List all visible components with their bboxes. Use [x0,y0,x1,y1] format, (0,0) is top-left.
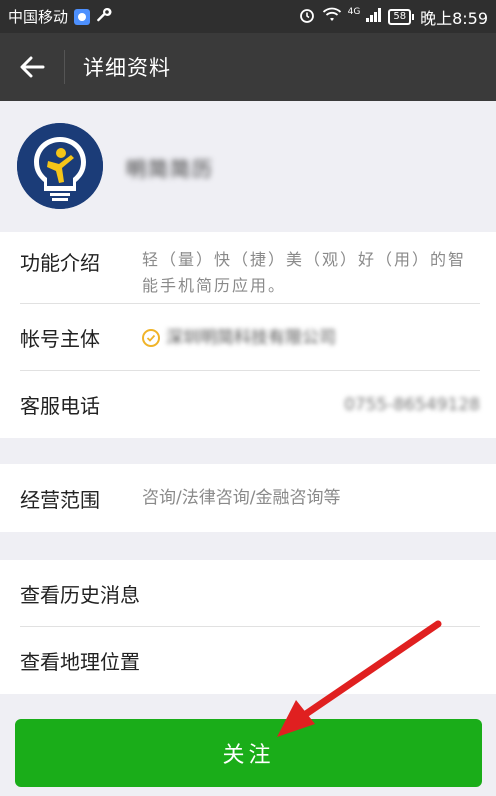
verified-icon [142,328,160,347]
profile-header: 明简简历 [0,101,496,232]
account-owner-value: 深圳明简科技有限公司 [166,327,336,348]
status-left: 中国移动 [8,6,112,27]
follow-button[interactable]: 关注 [15,719,482,787]
back-arrow-icon [20,56,45,78]
account-name: 明简简历 [126,157,214,181]
row-customer-service-phone[interactable]: 客服电话 0755-86549128 [0,371,496,438]
carrier-label: 中国移动 [8,8,69,26]
network-type: 4G [347,6,361,17]
lightbulb-logo-icon [17,123,103,209]
title-divider [64,50,65,84]
function-intro-label: 功能介绍 [20,251,100,275]
signal-icon [366,7,382,26]
back-button[interactable] [0,33,64,101]
business-scope-section: 经营范围 咨询/法律咨询/金融咨询等 [0,464,496,532]
wifi-icon [322,7,342,27]
battery-icon: 58 [388,8,415,25]
business-scope-value: 咨询/法律咨询/金融咨询等 [142,488,341,508]
clock-time: 晚上8:59 [420,8,488,28]
customer-service-phone-value: 0755-86549128 [344,394,480,415]
wrench-icon [96,7,112,27]
battery-level: 58 [388,8,412,25]
row-business-scope: 经营范围 咨询/法律咨询/金融咨询等 [0,464,496,532]
account-owner-label: 帐号主体 [20,327,100,351]
alarm-icon [298,6,316,28]
avatar[interactable] [17,123,103,209]
info-section: 功能介绍 轻（量）快（捷）美（观）好（用）的智能手机简历应用。 帐号主体 深圳明… [0,232,496,438]
row-account-owner[interactable]: 帐号主体 深圳明简科技有限公司 [0,304,496,371]
page-title: 详细资料 [83,56,171,80]
business-scope-label: 经营范围 [20,487,100,512]
status-bar: 中国移动 4G 58 晚上8:59 [0,0,496,33]
status-right: 4G 58 晚上8:59 [298,5,488,29]
sim-card-icon [74,8,91,25]
geo-location-label: 查看地理位置 [20,650,140,674]
row-history-messages[interactable]: 查看历史消息 [0,560,496,627]
history-messages-label: 查看历史消息 [20,583,140,607]
function-intro-value: 轻（量）快（捷）美（观）好（用）的智能手机简历应用。 [142,250,467,295]
row-geo-location[interactable]: 查看地理位置 [0,627,496,694]
nav-section: 查看历史消息 查看地理位置 [0,560,496,694]
titlebar: 详细资料 [0,33,496,101]
row-function-intro: 功能介绍 轻（量）快（捷）美（观）好（用）的智能手机简历应用。 [0,232,496,304]
customer-service-phone-label: 客服电话 [20,394,100,418]
